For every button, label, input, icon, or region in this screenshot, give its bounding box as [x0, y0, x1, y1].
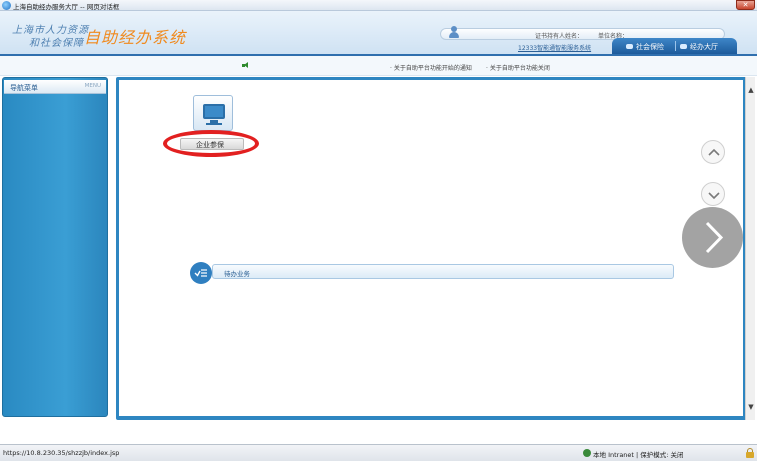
notice-link-close[interactable]: · 关于自助平台功能关闭	[486, 63, 550, 72]
header-tabs: 社会保险 经办大厅	[612, 38, 737, 54]
chevron-right-icon	[705, 221, 724, 254]
close-button[interactable]: ✕	[736, 0, 755, 10]
status-url: https://10.8.230.35/shzzjb/index.jsp	[3, 449, 120, 457]
browser-status-bar: https://10.8.230.35/shzzjb/index.jsp 本地 …	[0, 444, 757, 461]
sidebar-menu-tag: MENU	[84, 83, 101, 89]
scroll-down-arrow[interactable]: ▼	[747, 403, 755, 411]
ie-icon	[2, 1, 11, 10]
tab-social-icon	[626, 44, 633, 49]
user-icon	[448, 26, 460, 39]
logo-org-line2: 和社会保障	[29, 38, 84, 49]
tab-service-hall[interactable]: 经办大厅	[680, 41, 718, 52]
chevron-down-icon	[708, 192, 720, 200]
tab-social-label: 社会保险	[636, 42, 664, 51]
logo-system-name: 自助经办系统	[84, 28, 187, 47]
checklist-glyph	[194, 269, 207, 277]
tab-hall-icon	[680, 44, 687, 49]
cert-holder-label: 证书持有人姓名：	[535, 33, 584, 40]
enterprise-insurance-tile[interactable]	[193, 95, 233, 131]
pending-business-bar[interactable]	[212, 264, 674, 279]
scroll-up-arrow[interactable]: ▲	[747, 86, 755, 94]
monitor-icon	[203, 104, 225, 119]
vertical-scrollbar[interactable]: ▲ ▼	[745, 77, 755, 420]
security-zone-text: 本地 Intranet | 保护模式: 关闭	[593, 451, 684, 459]
chevron-up-icon	[708, 148, 720, 156]
next-page-button[interactable]	[682, 207, 743, 268]
service-system-link[interactable]: 12333智能通智能服务系统	[518, 43, 591, 52]
tab-divider	[675, 41, 676, 51]
pending-business-label[interactable]: 待办业务	[224, 268, 250, 278]
tab-hall-label: 经办大厅	[690, 42, 718, 51]
sidebar-nav: 导航菜单 MENU	[2, 77, 108, 417]
notice-link-open[interactable]: · 关于自助平台功能开始的通知	[390, 63, 472, 72]
window-title: 上海自助经办服务大厅 -- 网页对话框	[13, 3, 120, 11]
speaker-icon	[242, 62, 250, 69]
sidebar-title: 导航菜单	[10, 84, 38, 92]
tab-social-insurance[interactable]: 社会保险	[626, 41, 664, 52]
checklist-icon	[190, 262, 212, 284]
intranet-zone-icon	[583, 449, 591, 457]
scroll-up-button[interactable]	[701, 140, 725, 164]
monitor-base	[206, 123, 222, 125]
sidebar-header: 导航菜单 MENU	[4, 80, 106, 94]
red-highlight-circle	[163, 130, 259, 157]
notice-bar	[0, 56, 757, 76]
scroll-down-button[interactable]	[701, 182, 725, 206]
lock-icon	[746, 448, 754, 458]
window-title-bar: 上海自助经办服务大厅 -- 网页对话框 ✕	[0, 0, 757, 11]
